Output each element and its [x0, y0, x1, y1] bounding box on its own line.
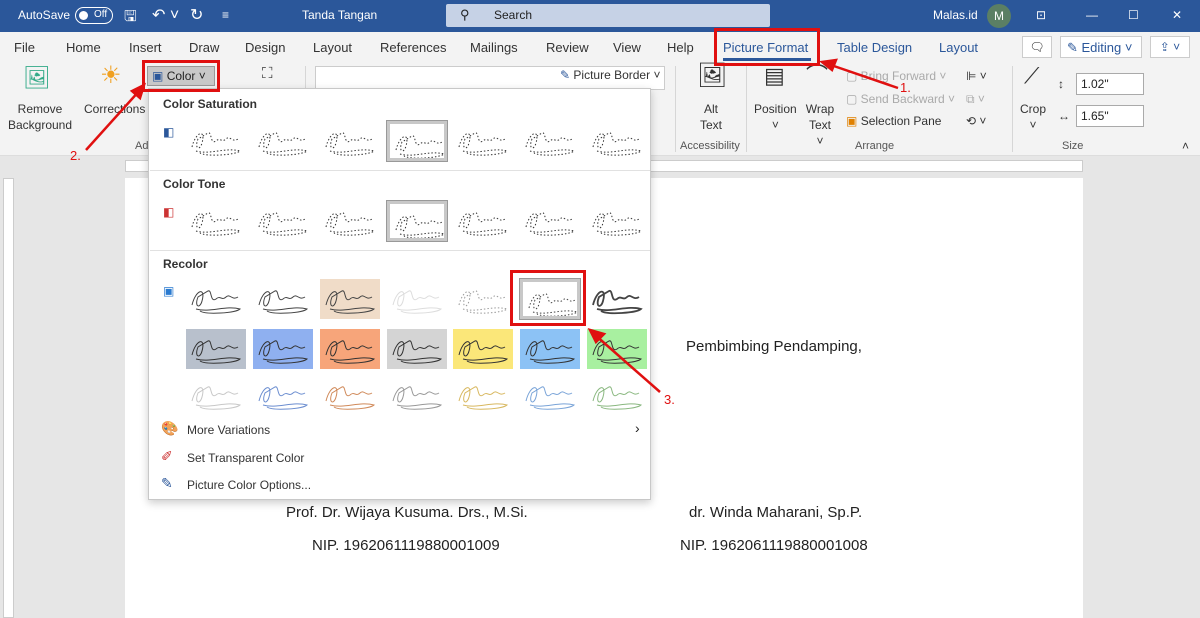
annotation-label-1: 1. [900, 80, 911, 95]
annotation-label-2: 2. [70, 148, 81, 163]
annotation-label-3: 3. [664, 392, 675, 407]
annotation-arrows [85, 58, 899, 393]
